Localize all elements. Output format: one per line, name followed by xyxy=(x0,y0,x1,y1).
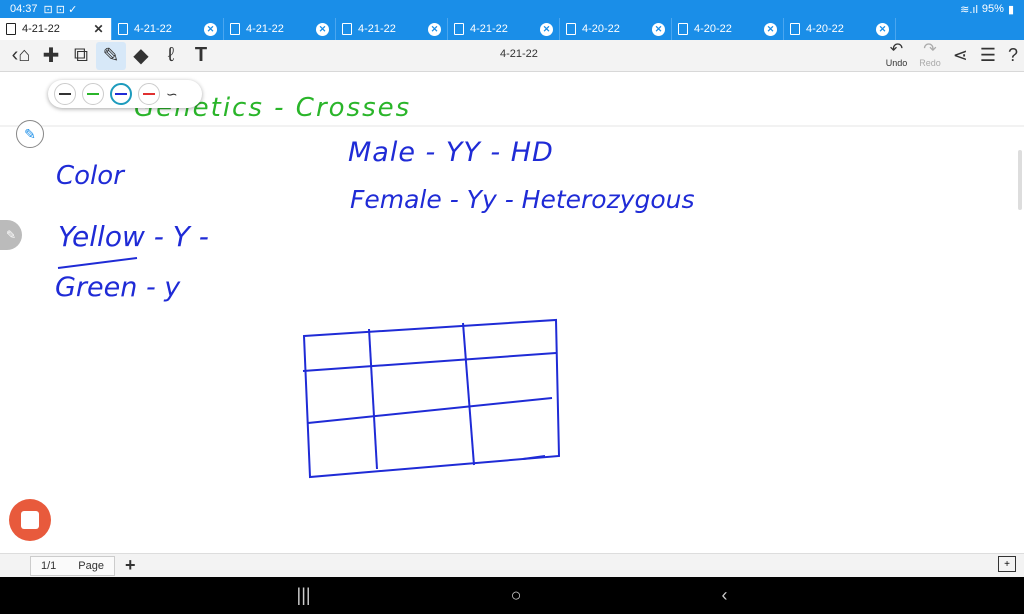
tab-label: 4-20-22 xyxy=(806,23,844,35)
color-underline xyxy=(57,257,138,269)
right-tools: ↶ Undo ↷ Redo ⋖ ☰ ? xyxy=(885,41,1018,69)
pen-icon[interactable]: ✎ xyxy=(96,41,126,70)
add-page-icon[interactable]: + xyxy=(125,555,136,576)
notebook-icon xyxy=(118,23,128,35)
tab-label: 4-21-22 xyxy=(246,23,284,35)
male-ink: Male - YY - HD xyxy=(348,137,554,168)
menu-icon[interactable]: ☰ xyxy=(980,45,996,66)
grid-col-line xyxy=(368,328,378,470)
green-ink: Green - y xyxy=(55,272,181,303)
back-home-icon[interactable]: ‹⌂ xyxy=(6,42,36,70)
female-ink: Female - Yy - Heterozygous xyxy=(350,185,695,214)
tab-notebook[interactable]: 4-20-22 ✕ xyxy=(784,18,896,40)
document-title: 4-21-22 xyxy=(500,48,538,60)
close-icon[interactable]: ✕ xyxy=(540,22,553,36)
clock: 04:37 xyxy=(10,3,38,15)
stroke-icon[interactable]: ∽ xyxy=(166,86,178,103)
grid-row-line xyxy=(302,352,557,372)
page-indicator[interactable]: 1/1 Page xyxy=(30,555,115,576)
tab-label: 4-21-22 xyxy=(470,23,508,35)
battery-icon: ▮ xyxy=(1007,3,1014,16)
tab-label: 4-20-22 xyxy=(582,23,620,35)
notebook-icon xyxy=(6,23,16,35)
redo-icon: ↷ xyxy=(923,41,937,58)
close-icon[interactable]: ✕ xyxy=(316,22,329,36)
undo-icon: ↶ xyxy=(889,41,904,58)
close-icon[interactable]: ✕ xyxy=(204,22,217,36)
color-ink: Color xyxy=(56,161,124,191)
battery-level: 95% xyxy=(981,3,1004,15)
notebook-icon xyxy=(566,23,576,35)
pen-swatch-red[interactable] xyxy=(138,83,160,105)
home-icon[interactable]: ○ xyxy=(511,585,522,606)
pencil-icon[interactable]: ✎ xyxy=(16,120,44,148)
undo-label: Undo xyxy=(885,58,908,68)
status-bar: 04:37 ⊡ ⊡ ✓ ≋.ıl 95% ▮ xyxy=(0,0,1024,18)
grid-outline xyxy=(302,318,561,479)
pen-swatch-blue[interactable] xyxy=(110,83,132,105)
yellow-ink: Yellow - Y - xyxy=(58,220,209,253)
notification-icons: ⊡ ⊡ ✓ xyxy=(43,3,78,16)
close-icon[interactable]: ✕ xyxy=(652,22,665,36)
lasso-icon[interactable]: ℓ xyxy=(156,42,186,70)
tab-label: 4-20-22 xyxy=(694,23,732,35)
add-icon[interactable]: ✚ xyxy=(36,42,66,70)
tab-notebook[interactable]: 4-20-22 ✕ xyxy=(672,18,784,40)
text-icon[interactable]: T xyxy=(186,42,216,70)
share-icon[interactable]: ⋖ xyxy=(953,45,968,66)
page-label: Page xyxy=(78,559,104,572)
pen-palette: ∽ xyxy=(48,80,202,108)
note-canvas[interactable]: Genetics - Crosses Color Yellow - Y - Gr… xyxy=(0,73,1024,553)
tab-bar: 4-21-22 ✕ 4-21-22 ✕ 4-21-22 ✕ 4-21-22 ✕ 4-21… xyxy=(0,18,1024,40)
notebook-icon xyxy=(342,23,352,35)
zoom-icon[interactable]: + xyxy=(998,556,1016,572)
grid-row-line xyxy=(307,397,553,424)
tab-label: 4-21-22 xyxy=(358,23,396,35)
close-icon[interactable]: ✕ xyxy=(92,22,105,36)
notebook-icon xyxy=(790,23,800,35)
page-bar: 1/1 Page + xyxy=(0,553,1024,577)
tab-notebook[interactable]: 4-21-22 ✕ xyxy=(336,18,448,40)
scrollbar[interactable] xyxy=(1018,150,1022,210)
tab-notebook[interactable]: 4-21-22 ✕ xyxy=(112,18,224,40)
notebook-icon xyxy=(454,23,464,35)
sticky-note-icon xyxy=(21,511,39,529)
notebook-icon xyxy=(678,23,688,35)
undo-button[interactable]: ↶ Undo xyxy=(885,41,908,69)
pen-swatch-green[interactable] xyxy=(82,83,104,105)
page-count: 1/1 xyxy=(41,559,57,572)
tab-notebook[interactable]: 4-21-22 ✕ xyxy=(448,18,560,40)
signal-icon: ≋.ıl xyxy=(960,3,978,16)
recents-icon[interactable]: ||| xyxy=(297,585,311,606)
tab-notebook[interactable]: 4-21-22 ✕ xyxy=(0,18,112,40)
tab-notebook[interactable]: 4-20-22 ✕ xyxy=(560,18,672,40)
back-icon[interactable]: ‹ xyxy=(721,585,727,606)
eraser-icon[interactable]: ◆ xyxy=(126,42,156,70)
redo-button[interactable]: ↷ Redo xyxy=(919,41,941,69)
grid-col-line xyxy=(462,322,475,466)
pen-swatch-black[interactable] xyxy=(54,83,76,105)
notebook-icon xyxy=(230,23,240,35)
sticky-note-button[interactable] xyxy=(9,499,51,541)
tab-label: 4-21-22 xyxy=(22,23,60,35)
redo-label: Redo xyxy=(919,58,941,68)
help-icon[interactable]: ? xyxy=(1008,45,1018,66)
close-icon[interactable]: ✕ xyxy=(764,22,777,36)
insert-image-icon[interactable]: ⧉ xyxy=(66,42,96,70)
tab-notebook[interactable]: 4-21-22 ✕ xyxy=(224,18,336,40)
close-icon[interactable]: ✕ xyxy=(428,22,441,36)
tab-label: 4-21-22 xyxy=(134,23,172,35)
system-nav-bar: ||| ○ ‹ xyxy=(0,577,1024,614)
close-icon[interactable]: ✕ xyxy=(876,22,889,36)
